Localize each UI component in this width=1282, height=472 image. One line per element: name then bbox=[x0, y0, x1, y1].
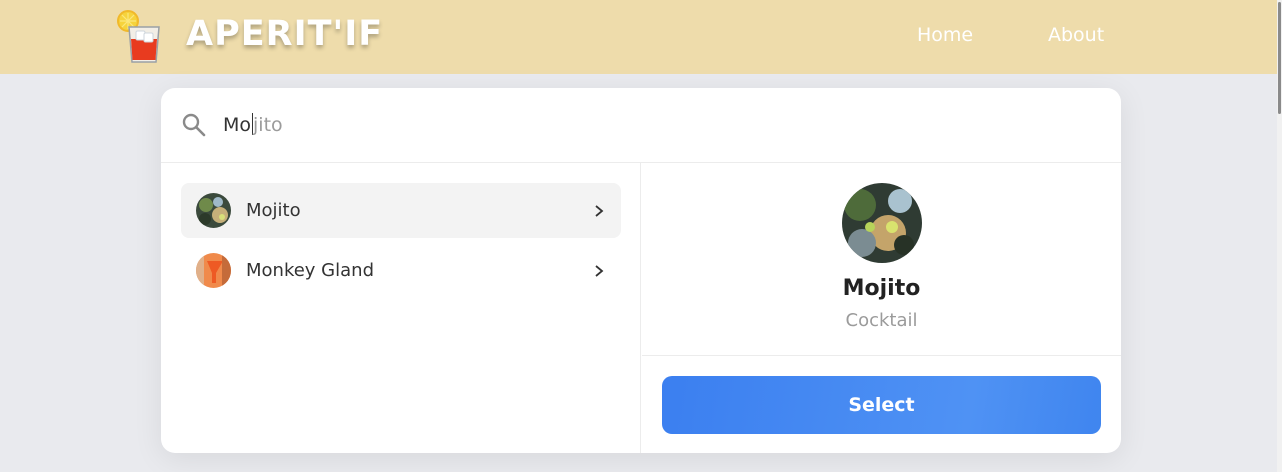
detail-title: Mojito bbox=[842, 276, 921, 301]
chevron-right-icon bbox=[595, 204, 604, 217]
results-list: Mojito Monkey Gland bbox=[161, 163, 641, 453]
nav-home-link[interactable]: Home bbox=[917, 24, 973, 46]
result-item-mojito[interactable]: Mojito bbox=[181, 183, 621, 238]
brand[interactable] bbox=[116, 9, 168, 65]
cocktail-logo-icon bbox=[116, 9, 168, 65]
chevron-right-icon bbox=[595, 264, 604, 277]
mojito-thumbnail bbox=[196, 193, 231, 228]
search-bar: Mo jito bbox=[161, 88, 1121, 163]
nav-about-link[interactable]: About bbox=[1048, 24, 1104, 46]
result-label: Monkey Gland bbox=[246, 260, 374, 281]
app-header: APERIT'IF Home About bbox=[0, 0, 1277, 74]
scrollbar-thumb[interactable] bbox=[1278, 2, 1281, 114]
page-scrollbar[interactable] bbox=[1277, 0, 1282, 472]
search-input[interactable] bbox=[223, 108, 823, 142]
result-label: Mojito bbox=[246, 200, 301, 221]
brand-name[interactable]: APERIT'IF bbox=[186, 14, 383, 54]
search-icon bbox=[182, 113, 206, 137]
detail-panel: Mojito Cocktail Select bbox=[642, 163, 1121, 453]
select-button[interactable]: Select bbox=[662, 376, 1101, 434]
divider bbox=[642, 355, 1121, 356]
cocktail-picker-card: Mo jito Mojito Monkey Gland Mojito Cockt… bbox=[161, 88, 1121, 453]
result-item-monkey-gland[interactable]: Monkey Gland bbox=[181, 243, 621, 298]
mojito-image bbox=[842, 183, 922, 263]
detail-subtitle: Cocktail bbox=[845, 310, 918, 331]
monkey-gland-thumbnail bbox=[196, 253, 231, 288]
